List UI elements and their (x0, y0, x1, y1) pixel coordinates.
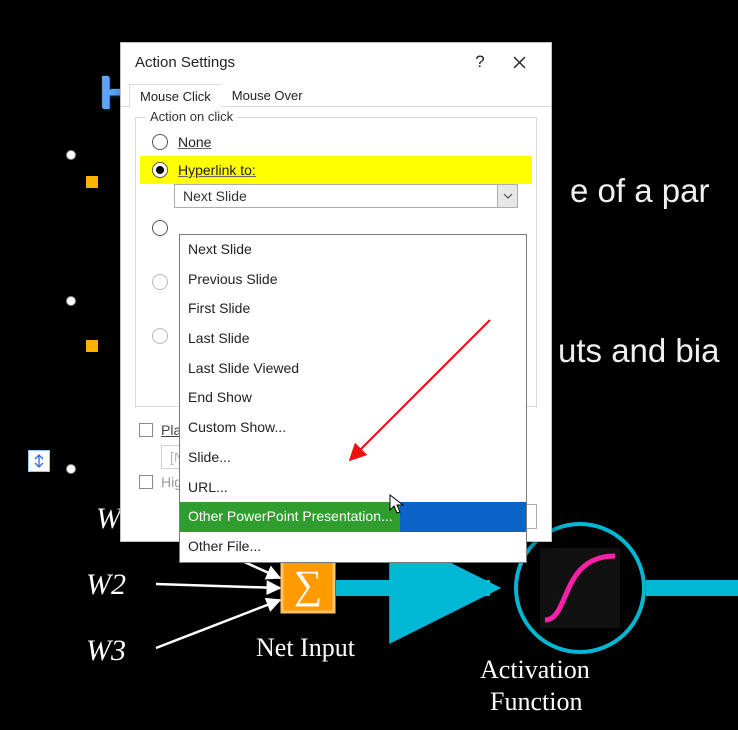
adjust-handle[interactable] (86, 340, 98, 352)
dropdown-item[interactable]: Custom Show... (180, 413, 526, 443)
group-legend: Action on click (146, 109, 237, 124)
selection-handle[interactable] (66, 464, 76, 474)
dropdown-item[interactable]: Last Slide (180, 324, 526, 354)
slide-body-fragment-2: uts and bia (558, 332, 719, 370)
activation-label-2: Function (490, 687, 582, 716)
highlight-checkbox[interactable] (139, 475, 153, 489)
close-button[interactable] (497, 56, 541, 69)
help-button[interactable]: ? (463, 52, 497, 72)
dropdown-item-label: Other PowerPoint Presentation... (188, 508, 393, 524)
net-input-label: Net Input (256, 633, 356, 662)
activation-label-1: Activation (480, 655, 590, 684)
dropdown-item[interactable]: End Show (180, 383, 526, 413)
dialog-tabs: Mouse Click Mouse Over (121, 81, 551, 107)
tab-label: Mouse Over (232, 88, 303, 103)
dropdown-item[interactable]: Other File... (180, 532, 526, 562)
paragraph-indent-widget[interactable] (28, 450, 50, 472)
radio-hyperlink[interactable] (152, 162, 168, 178)
hyperlink-combo-button[interactable] (497, 185, 517, 207)
radio-run-macro[interactable] (152, 274, 168, 290)
radio-hyperlink-row[interactable]: Hyperlink to: (140, 156, 532, 184)
hyperlink-dropdown-list[interactable]: Next Slide Previous Slide First Slide La… (179, 234, 527, 563)
dropdown-item[interactable]: Slide... (180, 443, 526, 473)
adjust-handle[interactable] (86, 176, 98, 188)
dropdown-item[interactable]: Next Slide (180, 235, 526, 265)
weight-label-w3: W3 (86, 634, 126, 667)
selection-handle[interactable] (66, 150, 76, 160)
dropdown-item-highlighted[interactable]: Other PowerPoint Presentation... (180, 502, 526, 532)
dropdown-item[interactable]: First Slide (180, 294, 526, 324)
radio-none[interactable] (152, 134, 168, 150)
hyperlink-combo-value: Next Slide (175, 188, 497, 204)
radio-run-program[interactable] (152, 220, 168, 236)
tab-label: Mouse Click (140, 89, 211, 104)
hyperlink-combo[interactable]: Next Slide (174, 184, 518, 208)
selection-handle[interactable] (66, 296, 76, 306)
slide-body-fragment-1: e of a par (570, 172, 709, 210)
tab-mouse-over[interactable]: Mouse Over (221, 83, 314, 106)
dialog-titlebar[interactable]: Action Settings ? (121, 43, 551, 81)
dropdown-item[interactable]: Last Slide Viewed (180, 354, 526, 384)
dialog-title: Action Settings (135, 54, 463, 71)
dropdown-item[interactable]: URL... (180, 473, 526, 503)
tab-mouse-click[interactable]: Mouse Click (129, 84, 222, 107)
radio-none-row[interactable]: None (148, 128, 524, 156)
radio-none-label: None (178, 134, 211, 150)
radio-object-action[interactable] (152, 328, 168, 344)
weight-label-w2: W2 (86, 568, 126, 601)
radio-hyperlink-label: Hyperlink to: (178, 162, 256, 178)
sigma-symbol: ∑ (294, 562, 323, 607)
play-sound-checkbox[interactable] (139, 423, 153, 437)
dropdown-item[interactable]: Previous Slide (180, 265, 526, 295)
